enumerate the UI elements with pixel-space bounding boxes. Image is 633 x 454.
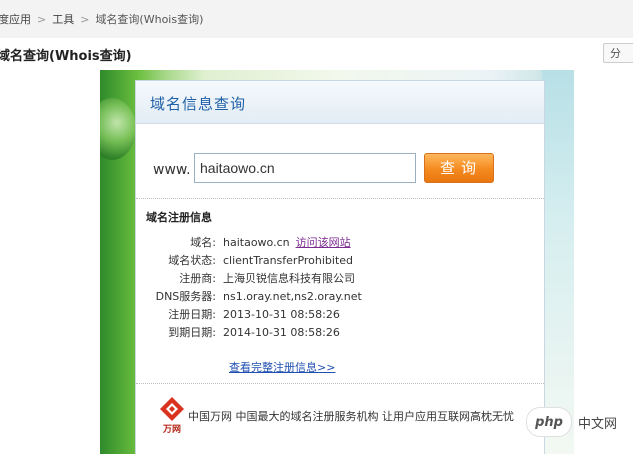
- registration-info-list: 域名: haitaowo.cn 访问该网站 域名状态: clientTransfe…: [136, 234, 544, 342]
- info-value: 上海贝锐信息科技有限公司: [223, 272, 355, 285]
- whois-card: 域名信息查询 www. 查询 域名注册信息 域名: haitaowo.cn 访问该…: [135, 80, 545, 454]
- domain-input[interactable]: [194, 153, 416, 183]
- watermark-text: 中文网: [578, 416, 618, 432]
- info-label: 注册日期:: [168, 308, 216, 321]
- whois-screenshot: 域名信息查询 www. 查询 域名注册信息 域名: haitaowo.cn 访问该…: [100, 70, 574, 454]
- info-row-domain: 域名: haitaowo.cn 访问该网站: [136, 234, 544, 252]
- brand-slogan: 中国最大的域名注册服务机构 让用户应用互联网高枕无忧: [235, 410, 515, 423]
- breadcrumb: 度应用 > 工具 > 域名查询(Whois查询): [0, 0, 633, 39]
- info-value: ns1.oray.net,ns2.oray.net: [223, 290, 362, 303]
- domain-value: haitaowo.cn: [223, 236, 290, 249]
- brand-footer-text: 中国万网 中国最大的域名注册服务机构 让用户应用互联网高枕无忧: [188, 408, 514, 424]
- share-button[interactable]: 分: [603, 43, 633, 63]
- php-watermark: php 中文网: [526, 404, 633, 440]
- info-value: 2013-10-31 08:58:26: [223, 308, 340, 321]
- card-title: 域名信息查询: [150, 95, 247, 113]
- brand-logo-text: 万网: [162, 424, 181, 434]
- info-value: clientTransferProhibited: [223, 254, 354, 267]
- breadcrumb-item-app[interactable]: 度应用: [0, 11, 31, 27]
- info-label: 域名:: [190, 236, 216, 249]
- info-label: 域名状态:: [168, 254, 216, 267]
- wanwang-logo-icon: 万网: [160, 397, 184, 434]
- divider: [136, 383, 544, 384]
- card-header: 域名信息查询: [136, 81, 544, 124]
- full-registration-info-link[interactable]: 查看完整注册信息>>: [229, 359, 335, 375]
- php-logo-icon: php: [526, 407, 572, 437]
- brand-name: 中国万网: [188, 410, 232, 423]
- chevron-right-icon: >: [80, 12, 90, 26]
- info-label: 注册商:: [179, 272, 216, 285]
- breadcrumb-item-current: 域名查询(Whois查询): [95, 13, 204, 26]
- query-button[interactable]: 查询: [424, 153, 494, 183]
- page-title: 域名查询(Whois查询): [0, 49, 132, 64]
- info-row-registration-date: 注册日期: 2013-10-31 08:58:26: [136, 306, 544, 324]
- info-value: 2014-10-31 08:58:26: [223, 326, 340, 339]
- visit-site-link[interactable]: 访问该网站: [296, 236, 351, 249]
- registration-info-title: 域名注册信息: [146, 211, 212, 224]
- info-label: 到期日期:: [168, 326, 216, 339]
- title-row: 域名查询(Whois查询) 分: [0, 38, 633, 68]
- info-row-status: 域名状态: clientTransferProhibited: [136, 252, 544, 270]
- background-decoration: [542, 70, 574, 454]
- breadcrumb-item-tools[interactable]: 工具: [52, 11, 74, 27]
- info-row-dns: DNS服务器: ns1.oray.net,ns2.oray.net: [136, 288, 544, 306]
- info-row-expiry-date: 到期日期: 2014-10-31 08:58:26: [136, 324, 544, 342]
- chevron-right-icon: >: [37, 12, 47, 26]
- globe-decoration-icon: [100, 98, 136, 160]
- info-value: haitaowo.cn 访问该网站: [223, 234, 351, 252]
- info-row-registrar: 注册商: 上海贝锐信息科技有限公司: [136, 270, 544, 288]
- search-area: www. 查询: [136, 124, 544, 199]
- info-label: DNS服务器:: [155, 290, 216, 303]
- www-prefix-label: www.: [153, 162, 191, 178]
